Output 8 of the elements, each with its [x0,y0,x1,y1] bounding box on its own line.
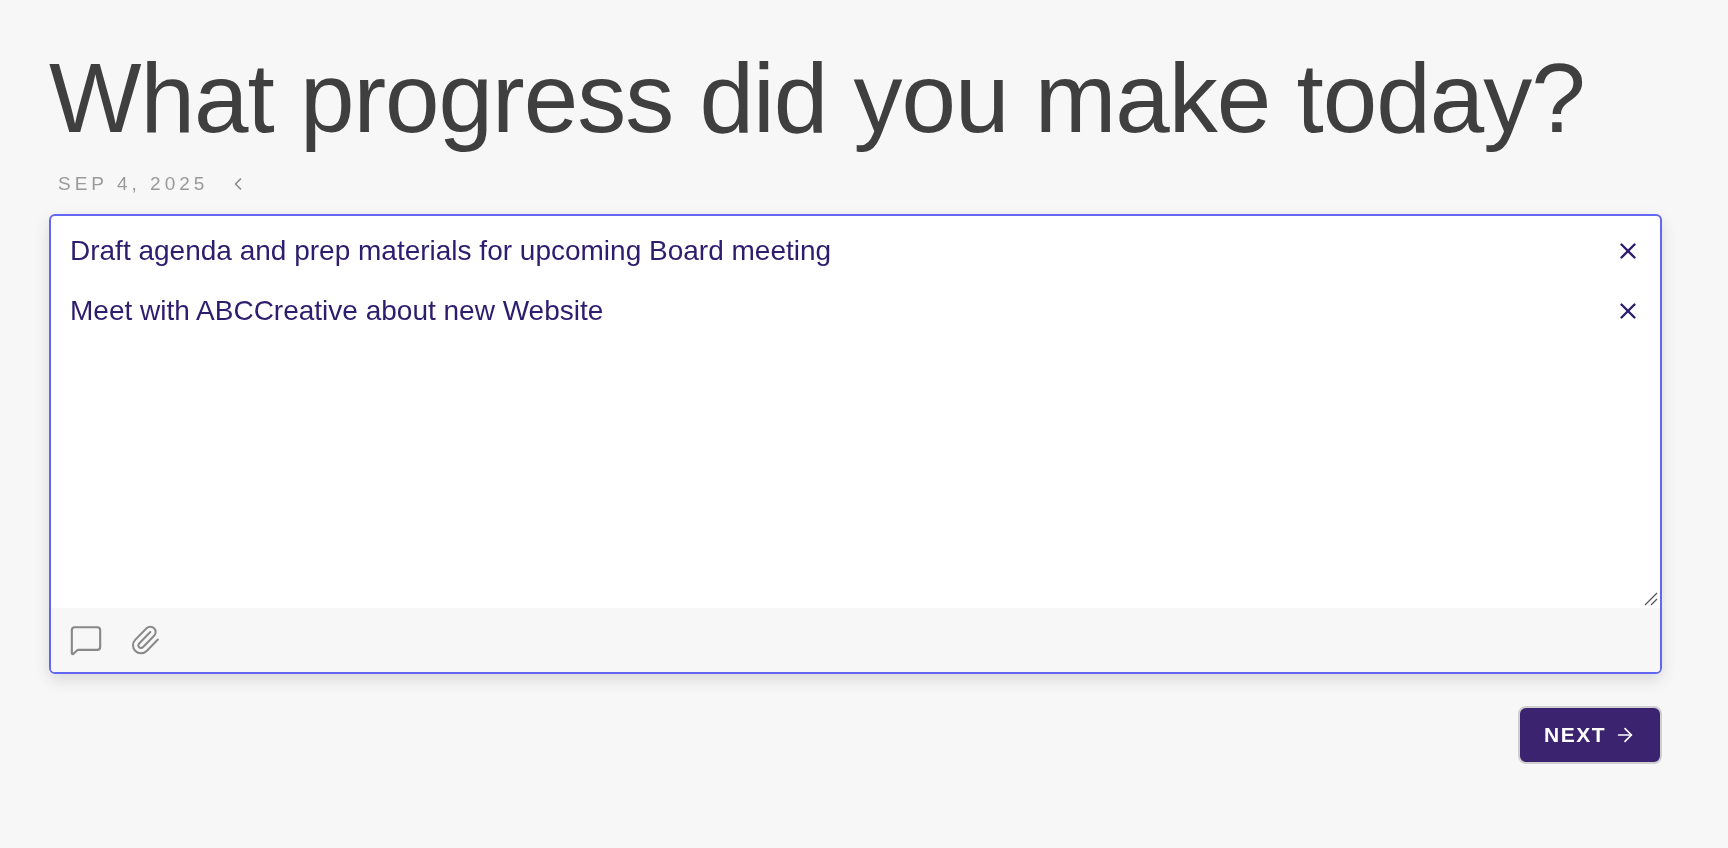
date-label: SEP 4, 2025 [58,171,209,196]
entry-text[interactable]: Draft agenda and prep materials for upcoming Board meeting [70,230,832,272]
entry-text[interactable]: Meet with ABCCreative about new Website [70,290,604,332]
next-button[interactable]: NEXT [1518,706,1662,764]
comment-icon[interactable] [69,623,103,657]
paperclip-icon[interactable] [129,624,161,656]
page-heading: What progress did you make today? [49,42,1586,155]
resize-handle-icon[interactable] [1644,592,1658,606]
